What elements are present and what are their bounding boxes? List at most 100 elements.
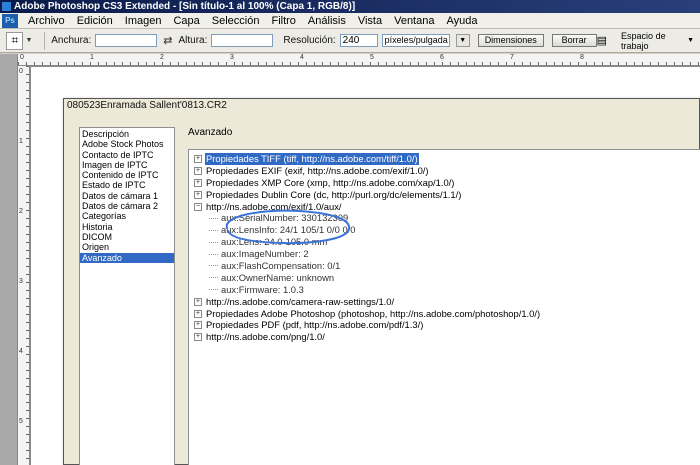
divider bbox=[44, 31, 46, 50]
tree-connector bbox=[209, 289, 218, 291]
expand-icon[interactable]: + bbox=[194, 309, 202, 318]
tree-leaf-serial-number[interactable]: aux:SerialNumber: 330132309 bbox=[194, 212, 700, 224]
expand-icon[interactable]: + bbox=[194, 297, 202, 306]
tree-leaf-owner-name[interactable]: aux:OwnerName: unknown bbox=[194, 272, 700, 284]
resolution-label: Resolución: bbox=[283, 35, 336, 46]
tree-node-label: Propiedades Dublin Core (dc, http://purl… bbox=[206, 188, 462, 200]
width-label: Anchura: bbox=[51, 35, 92, 46]
ruler-label: 6 bbox=[440, 54, 444, 61]
menu-edicion[interactable]: Edición bbox=[71, 13, 119, 29]
tree-leaf-lens[interactable]: aux:Lens: 24.0-105.0 mm bbox=[194, 236, 700, 248]
tree-node-photoshop[interactable]: + Propiedades Adobe Photoshop (photoshop… bbox=[194, 308, 700, 320]
category-item-contacto-iptc[interactable]: Contacto de IPTC bbox=[80, 150, 174, 160]
expand-icon[interactable]: + bbox=[194, 333, 202, 342]
dialog-title: 080523Enramada Sallent'0813.CR2 bbox=[64, 99, 699, 113]
ruler-label: 5 bbox=[370, 54, 374, 61]
tree-node-png[interactable]: + http://ns.adobe.com/png/1.0/ bbox=[194, 331, 700, 343]
tree-connector bbox=[209, 277, 218, 279]
ruler-label: 8 bbox=[580, 54, 584, 61]
clear-button[interactable]: Borrar bbox=[551, 34, 597, 47]
resolution-input[interactable] bbox=[339, 34, 378, 47]
collapse-icon[interactable]: − bbox=[194, 202, 202, 211]
expand-icon[interactable]: + bbox=[194, 178, 202, 187]
menu-capa[interactable]: Capa bbox=[167, 13, 205, 29]
category-item-imagen-iptc[interactable]: Imagen de IPTC bbox=[80, 160, 174, 170]
tree-leaf-label: aux:Firmware: 1.0.3 bbox=[221, 283, 304, 295]
dimensions-button[interactable]: Dimensiones bbox=[477, 34, 544, 47]
tree-leaf-image-number[interactable]: aux:ImageNumber: 2 bbox=[194, 248, 700, 260]
category-item-descripcion[interactable]: Descripción bbox=[80, 129, 174, 139]
menu-analisis[interactable]: Análisis bbox=[302, 13, 352, 29]
expand-icon[interactable]: + bbox=[194, 190, 202, 199]
category-item-estado-iptc[interactable]: Estado de IPTC bbox=[80, 180, 174, 190]
category-item-origen[interactable]: Origen bbox=[80, 242, 174, 252]
tree-leaf-lens-info[interactable]: aux:LensInfo: 24/1 105/1 0/0 0/0 bbox=[194, 224, 700, 236]
menu-imagen[interactable]: Imagen bbox=[119, 13, 168, 29]
tree-node-label: Propiedades TIFF (tiff, http://ns.adobe.… bbox=[205, 153, 419, 165]
ruler-label: 1 bbox=[19, 138, 23, 145]
expand-icon[interactable]: + bbox=[194, 154, 202, 163]
tree-leaf-firmware[interactable]: aux:Firmware: 1.0.3 bbox=[194, 284, 700, 296]
workspace-dropdown-icon[interactable]: ▼ bbox=[687, 37, 694, 44]
resolution-unit-select[interactable]: píxeles/pulgada bbox=[381, 34, 450, 47]
tree-leaf-label: aux:Lens: 24.0-105.0 mm bbox=[221, 236, 328, 248]
window-title-bar: Adobe Photoshop CS3 Extended - [Sin títu… bbox=[0, 0, 700, 13]
ruler-label: 3 bbox=[19, 278, 23, 285]
tree-connector bbox=[209, 253, 218, 255]
tree-node-label: Propiedades EXIF (exif, http://ns.adobe.… bbox=[206, 164, 429, 176]
photoshop-small-icon bbox=[2, 2, 11, 11]
metadata-tree: + Propiedades TIFF (tiff, http://ns.adob… bbox=[188, 149, 700, 465]
category-item-avanzado[interactable]: Avanzado bbox=[80, 252, 174, 263]
height-input[interactable] bbox=[211, 34, 274, 47]
ruler-label: 3 bbox=[230, 54, 234, 61]
unit-dropdown-icon[interactable]: ▼ bbox=[455, 34, 470, 47]
ruler-label: 0 bbox=[19, 68, 23, 75]
menu-filtro[interactable]: Filtro bbox=[265, 13, 301, 29]
menu-vista[interactable]: Vista bbox=[352, 13, 388, 29]
menu-archivo[interactable]: Archivo bbox=[22, 13, 71, 29]
options-bar: ⌗ ▼ Anchura: ⇄ Altura: Resolución: píxel… bbox=[0, 29, 700, 53]
ruler-label: 5 bbox=[19, 418, 23, 425]
tree-leaf-label: aux:FlashCompensation: 0/1 bbox=[221, 260, 341, 272]
file-info-dialog: 080523Enramada Sallent'0813.CR2 Descripc… bbox=[63, 98, 700, 465]
swap-dimensions-icon[interactable]: ⇄ bbox=[163, 34, 172, 47]
menu-ventana[interactable]: Ventana bbox=[388, 13, 440, 29]
workspace-menu[interactable]: Espacio de trabajo bbox=[621, 31, 685, 51]
category-item-datos-camara-2[interactable]: Datos de cámara 2 bbox=[80, 201, 174, 211]
category-item-datos-camara-1[interactable]: Datos de cámara 1 bbox=[80, 191, 174, 201]
ruler-label: 1 bbox=[90, 54, 94, 61]
category-list: Descripción Adobe Stock Photos Contacto … bbox=[79, 127, 175, 465]
photoshop-logo-icon[interactable]: Ps bbox=[2, 13, 18, 28]
tree-node-exif[interactable]: + Propiedades EXIF (exif, http://ns.adob… bbox=[194, 165, 700, 177]
category-item-adobe-stock-photos[interactable]: Adobe Stock Photos bbox=[80, 139, 174, 149]
menu-seleccion[interactable]: Selección bbox=[206, 13, 266, 29]
tree-node-pdf[interactable]: + Propiedades PDF (pdf, http://ns.adobe.… bbox=[194, 319, 700, 331]
tree-node-xmp-core[interactable]: + Propiedades XMP Core (xmp, http://ns.a… bbox=[194, 177, 700, 189]
category-item-dicom[interactable]: DICOM bbox=[80, 232, 174, 242]
ruler-label: 4 bbox=[19, 348, 23, 355]
width-input[interactable] bbox=[95, 34, 158, 47]
tree-node-exif-aux[interactable]: − http://ns.adobe.com/exif/1.0/aux/ bbox=[194, 201, 700, 213]
tree-node-tiff[interactable]: + Propiedades TIFF (tiff, http://ns.adob… bbox=[194, 153, 700, 165]
tree-connector bbox=[209, 241, 218, 243]
category-item-historia[interactable]: Historia bbox=[80, 222, 174, 232]
tree-node-label: Propiedades XMP Core (xmp, http://ns.ado… bbox=[206, 176, 455, 188]
crop-icon[interactable]: ⌗ bbox=[6, 31, 24, 50]
tree-leaf-label: aux:ImageNumber: 2 bbox=[221, 248, 309, 260]
ruler-label: 2 bbox=[19, 208, 23, 215]
tree-node-dublin-core[interactable]: + Propiedades Dublin Core (dc, http://pu… bbox=[194, 189, 700, 201]
tree-node-camera-raw-settings[interactable]: + http://ns.adobe.com/camera-raw-setting… bbox=[194, 296, 700, 308]
workspace-icon[interactable]: ▤ bbox=[597, 34, 607, 47]
window-title: Adobe Photoshop CS3 Extended - [Sin títu… bbox=[14, 1, 356, 12]
category-item-contenido-iptc[interactable]: Contenido de IPTC bbox=[80, 170, 174, 180]
tree-leaf-flash-compensation[interactable]: aux:FlashCompensation: 0/1 bbox=[194, 260, 700, 272]
tree-node-label: http://ns.adobe.com/exif/1.0/aux/ bbox=[206, 200, 342, 212]
expand-icon[interactable]: + bbox=[194, 166, 202, 175]
tree-leaf-label: aux:SerialNumber: 330132309 bbox=[221, 212, 349, 224]
tree-connector bbox=[209, 217, 218, 219]
menu-ayuda[interactable]: Ayuda bbox=[440, 13, 483, 29]
expand-icon[interactable]: + bbox=[194, 321, 202, 330]
height-label: Altura: bbox=[178, 35, 208, 46]
tool-preset-arrow-icon[interactable]: ▼ bbox=[25, 37, 32, 44]
category-item-categorias[interactable]: Categorías bbox=[80, 211, 174, 221]
